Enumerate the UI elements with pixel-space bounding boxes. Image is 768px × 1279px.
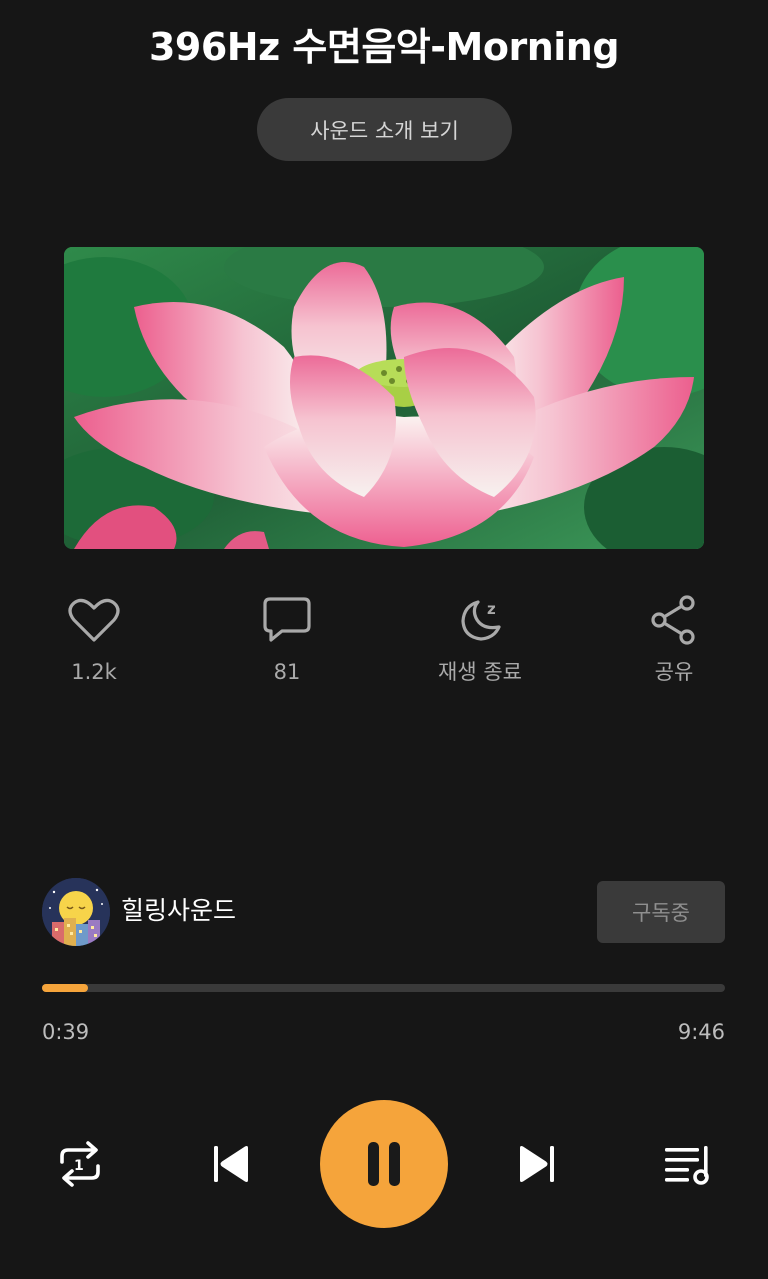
- share-icon[interactable]: [599, 592, 749, 648]
- pause-icon: [368, 1142, 400, 1186]
- like-action[interactable]: 1.2k: [19, 592, 169, 686]
- subscribe-button[interactable]: 구독중: [597, 881, 725, 943]
- sleep-timer-action[interactable]: z 재생 종료: [405, 592, 555, 686]
- channel-avatar[interactable]: [42, 878, 110, 946]
- comment-action[interactable]: 81: [212, 592, 362, 686]
- svg-text:z: z: [487, 600, 496, 618]
- playlist-icon[interactable]: [660, 1136, 716, 1192]
- current-time: 0:39: [42, 1020, 90, 1044]
- comment-icon[interactable]: [212, 592, 362, 648]
- pause-button[interactable]: [320, 1100, 448, 1228]
- like-count: 1.2k: [71, 660, 117, 684]
- total-time: 9:46: [677, 1020, 725, 1044]
- sleep-timer-icon[interactable]: z: [405, 592, 555, 648]
- share-action[interactable]: 공유: [599, 592, 749, 686]
- channel-name[interactable]: 힐링사운드: [121, 893, 236, 929]
- sound-intro-button[interactable]: 사운드 소개 보기: [257, 98, 512, 161]
- comment-count: 81: [273, 660, 301, 684]
- repeat-one-icon[interactable]: 1: [52, 1136, 108, 1192]
- share-label: 공유: [654, 660, 694, 684]
- sleep-timer-label: 재생 종료: [438, 660, 522, 684]
- next-icon[interactable]: [510, 1136, 566, 1192]
- track-title: 396Hz 수면음악-Morning: [148, 25, 620, 69]
- cover-image: [64, 247, 704, 549]
- progress-fill: [42, 984, 88, 992]
- heart-icon[interactable]: [19, 592, 169, 648]
- svg-text:1: 1: [74, 1158, 84, 1174]
- previous-icon[interactable]: [202, 1136, 258, 1192]
- progress-bar[interactable]: [42, 984, 725, 992]
